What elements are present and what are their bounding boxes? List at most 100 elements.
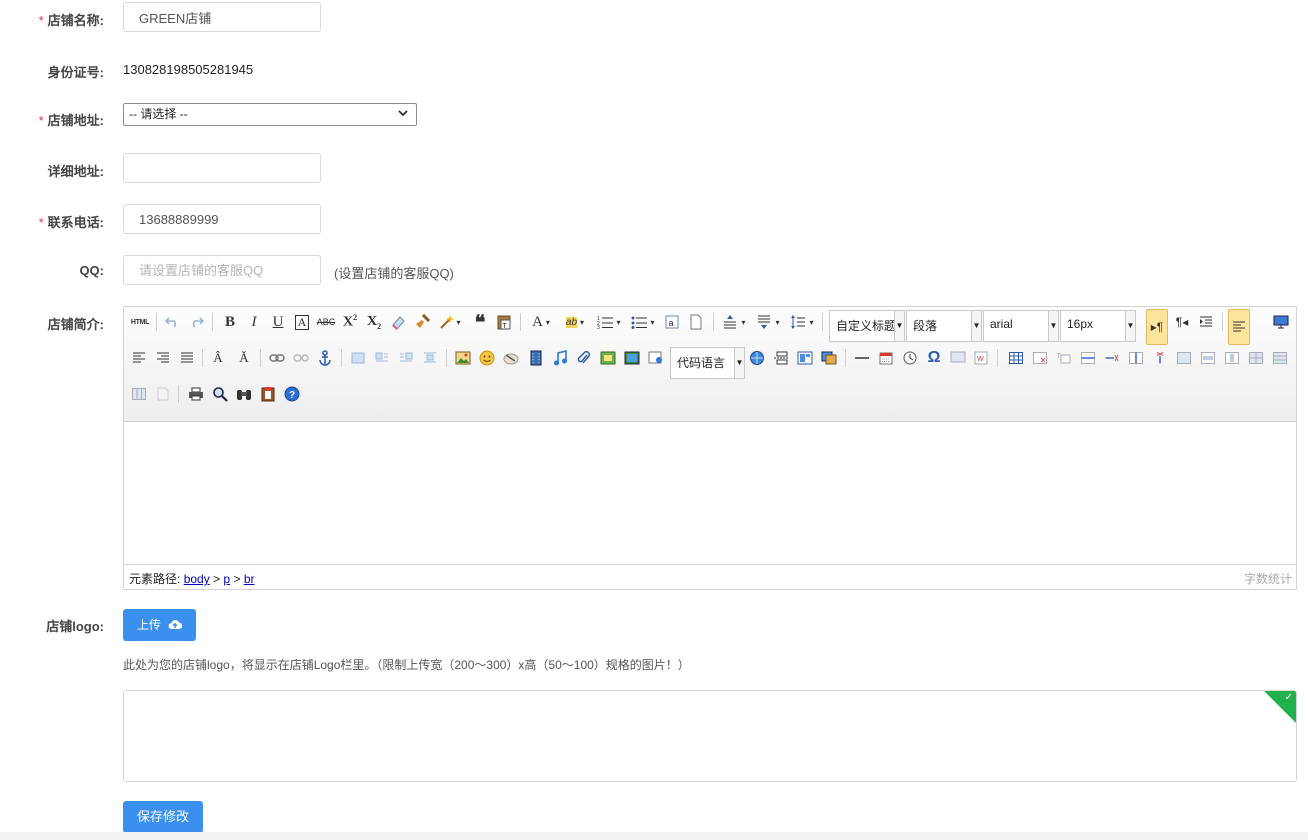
path-link-br[interactable]: br xyxy=(244,572,255,586)
save-button[interactable]: 保存修改 xyxy=(123,801,203,833)
image-none-button[interactable] xyxy=(348,348,368,368)
align-right-button[interactable] xyxy=(153,348,173,368)
link-button[interactable] xyxy=(267,348,287,368)
font-border-button[interactable]: A xyxy=(292,312,312,332)
code-language-combo[interactable]: 代码语言 ▼ xyxy=(670,347,745,379)
unlink-button[interactable] xyxy=(291,348,311,368)
image-right-button[interactable] xyxy=(396,348,416,368)
merge-right-button[interactable] xyxy=(1198,348,1218,368)
uppercase-button[interactable]: Â xyxy=(208,348,228,368)
insert-row-button[interactable] xyxy=(1078,348,1098,368)
font-family-combo[interactable]: arial ▼ xyxy=(983,310,1059,342)
upload-button[interactable]: 上传 xyxy=(123,609,196,641)
split-rows-button[interactable] xyxy=(1270,348,1290,368)
ordered-list-button[interactable]: 1 2 3 ▾ xyxy=(595,312,623,332)
path-link-body[interactable]: body xyxy=(184,572,210,586)
split-cells-button[interactable] xyxy=(1246,348,1266,368)
delete-column-button[interactable] xyxy=(1150,348,1170,368)
align-justify-button[interactable] xyxy=(177,348,197,368)
insert-date-button[interactable] xyxy=(876,348,896,368)
merge-cells-button[interactable] xyxy=(1174,348,1194,368)
format-painter-button[interactable] xyxy=(412,312,432,332)
merge-down-button[interactable] xyxy=(1222,348,1242,368)
insert-text-button[interactable]: a xyxy=(662,312,682,332)
highlight-color-button[interactable]: ab ▾ xyxy=(561,312,589,332)
attachment-button[interactable] xyxy=(574,348,594,368)
indent-button[interactable] xyxy=(1196,312,1216,332)
split-columns-button[interactable] xyxy=(129,384,149,404)
anchor-button[interactable] xyxy=(315,348,335,368)
image-left-button[interactable] xyxy=(372,348,392,368)
insert-paragraph-before-table-button[interactable]: T xyxy=(1054,348,1074,368)
italic-button[interactable]: I xyxy=(244,312,264,332)
lowercase-button[interactable]: Ǎ xyxy=(234,348,254,368)
page-break-button[interactable] xyxy=(771,348,791,368)
rtl-direction-button[interactable]: ¶◂ xyxy=(1172,312,1192,332)
word-count[interactable]: 字数统计 xyxy=(1244,570,1292,587)
justify-left-active-button[interactable] xyxy=(1228,309,1250,345)
new-doc-button[interactable] xyxy=(686,312,706,332)
line-height-button[interactable]: ▾ xyxy=(788,312,816,332)
ltr-direction-button[interactable]: ▸¶ xyxy=(1146,309,1168,345)
logo-preview-box[interactable]: ✓ xyxy=(123,690,1297,782)
superscript-button[interactable]: X2 xyxy=(340,312,360,332)
source-html-button[interactable]: HTML xyxy=(129,312,151,332)
delete-table-button[interactable] xyxy=(1030,348,1050,368)
path-link-p[interactable]: p xyxy=(223,572,230,586)
insert-map-button[interactable] xyxy=(646,348,666,368)
align-left-button[interactable] xyxy=(129,348,149,368)
print-button[interactable] xyxy=(186,384,206,404)
cloud-upload-icon xyxy=(168,620,183,629)
web-page-button[interactable] xyxy=(747,348,767,368)
font-color-button[interactable]: A ▾ xyxy=(528,312,554,332)
emotion-button[interactable] xyxy=(477,348,497,368)
undo-button[interactable] xyxy=(162,312,182,332)
indent-icon xyxy=(1200,316,1212,327)
delete-row-button[interactable] xyxy=(1102,348,1122,368)
shop-name-input[interactable] xyxy=(123,2,321,32)
row-spacing-top-button[interactable]: ▾ xyxy=(720,312,748,332)
preview-page-button[interactable] xyxy=(210,384,230,404)
underline-button[interactable]: U xyxy=(268,312,288,332)
search-replace-button[interactable] xyxy=(234,384,254,404)
underline-icon: U xyxy=(272,313,284,330)
split-cells-icon xyxy=(1249,352,1263,364)
insert-time-button[interactable] xyxy=(900,348,920,368)
unordered-list-button[interactable]: ▾ xyxy=(629,312,657,332)
paste-plain-button[interactable]: T xyxy=(494,312,514,332)
background-button[interactable] xyxy=(819,348,839,368)
heading-combo[interactable]: 自定义标题 ▼ xyxy=(829,310,905,342)
insert-gallery-button[interactable] xyxy=(622,348,642,368)
image-center-button[interactable] xyxy=(420,348,440,368)
row-spacing-bottom-button[interactable]: ▾ xyxy=(754,312,782,332)
insert-image-button[interactable] xyxy=(453,348,473,368)
cell-properties-button[interactable] xyxy=(153,384,173,404)
strikethrough-button[interactable]: ABC xyxy=(316,312,336,332)
auto-typeset-button[interactable]: ▾ xyxy=(436,312,464,332)
blockquote-button[interactable]: ❝ xyxy=(470,312,490,334)
qq-input[interactable] xyxy=(123,255,321,285)
font-size-combo[interactable]: 16px ▼ xyxy=(1060,310,1136,342)
scrawl-button[interactable] xyxy=(501,348,521,368)
insert-music-button[interactable] xyxy=(550,348,570,368)
phone-input[interactable] xyxy=(123,204,321,234)
subscript-button[interactable]: X2 xyxy=(364,312,384,332)
detail-address-input[interactable] xyxy=(123,153,321,183)
template-button[interactable] xyxy=(795,348,815,368)
special-chars-button[interactable]: Ω xyxy=(924,348,944,368)
help-button[interactable]: ? xyxy=(282,384,302,404)
insert-table-button[interactable] xyxy=(1006,348,1026,368)
eraser-button[interactable] xyxy=(388,312,408,332)
insert-video-button[interactable] xyxy=(526,348,546,368)
bold-button[interactable]: B xyxy=(220,312,240,332)
drafts-button[interactable] xyxy=(258,384,278,404)
paragraph-combo[interactable]: 段落 ▼ xyxy=(906,310,982,342)
insert-column-button[interactable] xyxy=(1126,348,1146,368)
horizontal-rule-button[interactable] xyxy=(852,348,872,368)
word-image-button[interactable]: W xyxy=(972,348,992,368)
snap-screen-button[interactable] xyxy=(948,348,968,368)
redo-button[interactable] xyxy=(187,312,207,332)
shop-address-select[interactable]: -- 请选择 -- xyxy=(123,103,417,126)
preview-button[interactable] xyxy=(1271,312,1291,332)
insert-frame-button[interactable] xyxy=(598,348,618,368)
